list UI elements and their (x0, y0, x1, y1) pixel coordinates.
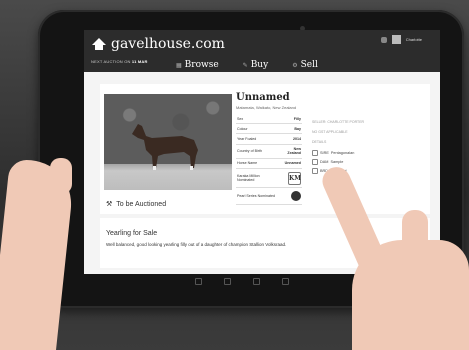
horse-image (132, 124, 198, 170)
table-row: Karaka Million Nominated KM (236, 168, 302, 189)
nav-browse[interactable]: ▦ Browse (176, 54, 219, 72)
horse-details-table: Sex Filly Colour Bay Year Foaled 2014 Count… (236, 114, 302, 206)
search-icon[interactable] (224, 278, 231, 285)
logo-text: gavelhouse.com (111, 36, 225, 52)
gavel-icon: ⚒ (106, 201, 113, 208)
tablet-nav-bar (195, 278, 289, 285)
gst-heading: NO GST APPLICABLE (312, 130, 348, 134)
left-thumb (50, 158, 72, 194)
tablet-screen: gavelhouse.com NEXT AUCTION ON 11 MAR ▦ B… (84, 30, 440, 274)
auction-label: To be Auctioned (116, 200, 167, 208)
check-icon (312, 150, 318, 156)
right-fingers (402, 210, 428, 274)
back-icon[interactable] (282, 278, 289, 285)
main-nav: ▦ Browse ✎ Buy ⚙ Sell (176, 54, 318, 72)
pearl-series-logo (291, 190, 301, 201)
seller-heading: SELLER: CHARLOTTE PORTER (312, 120, 365, 124)
details-heading: DETAILS (312, 140, 327, 144)
karaka-million-logo: KM (288, 171, 301, 185)
check-icon (312, 159, 318, 165)
pedigree-sire[interactable]: SIRE Pentagonalan (312, 150, 364, 156)
table-row: Pearl Series Nominated (236, 187, 302, 206)
table-row: Horse Name Unnamed (236, 158, 302, 169)
nav-buy[interactable]: ✎ Buy (243, 54, 269, 72)
notification-icon[interactable] (380, 36, 387, 43)
avatar (391, 35, 401, 44)
sell-icon: ⚙ (292, 62, 298, 69)
listing-title: Unnamed (236, 92, 290, 103)
user-name: Charlotte (405, 37, 422, 42)
tag-icon: ✎ (242, 62, 248, 69)
browse-icon: ▦ (176, 62, 182, 69)
next-auction-banner: NEXT AUCTION ON 11 MAR (91, 59, 148, 64)
site-logo[interactable]: gavelhouse.com (92, 36, 225, 52)
listing-card: ⚒ To be Auctioned Unnamed Matamata, Waik… (100, 84, 430, 214)
menu-icon[interactable] (253, 278, 260, 285)
home-icon[interactable] (195, 278, 202, 285)
table-row: Colour Bay (236, 123, 302, 135)
next-auction-date: 11 MAR (131, 59, 148, 64)
nav-sell[interactable]: ⚙ Sell (292, 54, 318, 72)
site-header: gavelhouse.com NEXT AUCTION ON 11 MAR ▦ B… (84, 30, 440, 72)
description-heading: Yearling for Sale (106, 230, 158, 237)
description-text: Well balanced, good looking yearling fil… (106, 242, 287, 247)
pedigree-dam[interactable]: DAM Sample (312, 159, 364, 165)
horse-photo[interactable] (104, 94, 232, 190)
check-icon (312, 168, 318, 174)
listing-location: Matamata, Waikato, New Zealand (236, 105, 297, 110)
table-row: Year Foaled 2014 (236, 133, 302, 145)
table-row: Sex Filly (236, 114, 302, 125)
house-logo-icon (92, 38, 106, 50)
user-menu[interactable]: Charlotte (380, 35, 422, 44)
auction-status: ⚒ To be Auctioned (106, 200, 167, 209)
table-row: Country of Birth New Zealand (236, 144, 302, 159)
